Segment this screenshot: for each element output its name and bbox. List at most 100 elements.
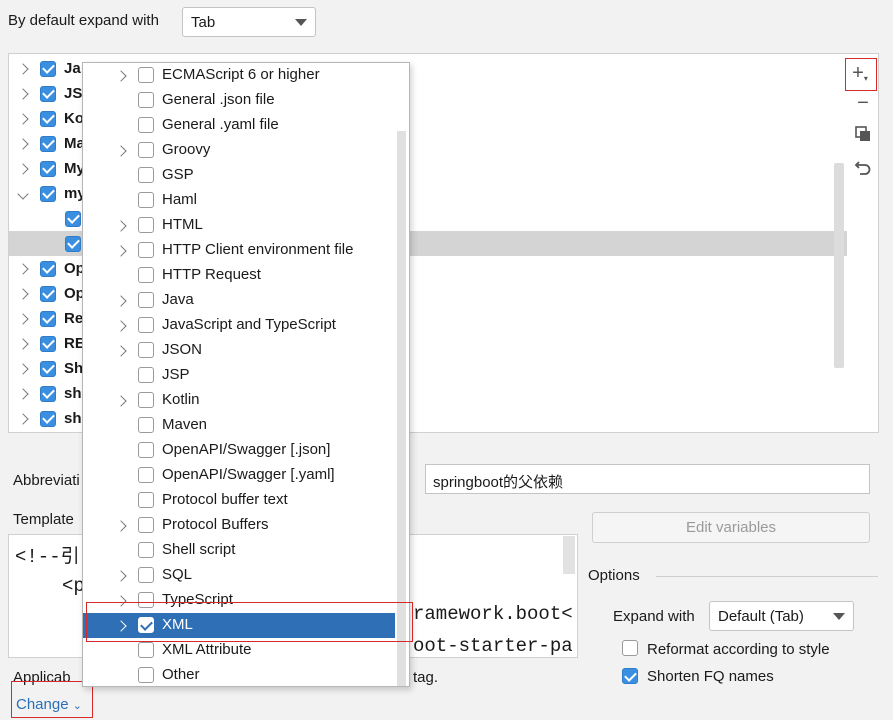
chevron-right-icon[interactable] [115,320,127,332]
chevron-right-icon[interactable] [115,520,127,532]
context-item-checkbox[interactable] [138,517,154,533]
chevron-right-icon[interactable] [17,262,29,275]
chevron-right-icon[interactable] [115,245,127,257]
chevron-right-icon[interactable] [115,220,127,232]
chevron-right-icon[interactable] [17,112,29,125]
tree-row-checkbox[interactable] [40,385,56,402]
chevron-down-icon[interactable] [17,187,29,200]
tree-row-checkbox[interactable] [40,410,56,427]
default-expand-select[interactable]: Tab [182,7,316,37]
chevron-down-icon [833,612,845,620]
expand-with-select[interactable]: Default (Tab) [709,601,854,631]
tree-row-checkbox[interactable] [40,310,56,327]
context-item[interactable]: SQL [83,563,395,588]
context-item[interactable]: HTTP Client environment file [83,238,395,263]
copy-button[interactable] [852,123,874,145]
chevron-right-icon[interactable] [115,395,127,407]
tree-row-checkbox[interactable] [40,85,56,102]
tree-row-checkbox[interactable] [40,360,56,377]
description-input[interactable]: springboot的父依赖 [425,464,870,494]
chevron-right-icon[interactable] [17,87,29,100]
context-item-checkbox[interactable] [138,292,154,308]
edit-variables-button[interactable]: Edit variables [592,512,870,543]
context-item-checkbox[interactable] [138,317,154,333]
context-item-label: HTTP Client environment file [162,241,354,258]
context-item[interactable]: Groovy [83,138,395,163]
tree-row-checkbox[interactable] [40,285,56,302]
context-item-checkbox[interactable] [138,242,154,258]
context-item[interactable]: ECMAScript 6 or higher [83,63,395,88]
tree-row-checkbox[interactable] [40,335,56,352]
context-item-checkbox[interactable] [138,142,154,158]
restore-button[interactable] [852,156,874,178]
context-item[interactable]: JSP [83,363,395,388]
context-item[interactable]: JSON [83,338,395,363]
context-item[interactable]: Protocol buffer text [83,488,395,513]
chevron-right-icon[interactable] [115,70,127,82]
context-item-checkbox[interactable] [138,117,154,133]
undo-icon [854,161,871,175]
context-item-checkbox[interactable] [138,567,154,583]
context-item-checkbox[interactable] [138,342,154,358]
remove-button[interactable]: − [852,92,874,114]
context-item[interactable]: Java [83,288,395,313]
chevron-right-icon[interactable] [17,387,29,400]
chevron-right-icon[interactable] [17,162,29,175]
context-item-checkbox[interactable] [138,442,154,458]
chevron-right-icon[interactable] [17,312,29,325]
tree-row-checkbox[interactable] [40,135,56,152]
tree-row-checkbox[interactable] [65,235,81,252]
context-item[interactable]: General .yaml file [83,113,395,138]
context-item[interactable]: Other [83,663,395,686]
editor-scrollbar[interactable] [563,536,575,574]
chevron-right-icon[interactable] [17,337,29,350]
shorten-fq-checkbox[interactable] [622,668,638,684]
tree-row-checkbox[interactable] [40,60,56,77]
chevron-right-icon[interactable] [17,137,29,150]
tree-scrollbar[interactable] [834,163,844,368]
tree-row-checkbox[interactable] [40,185,56,202]
context-item-checkbox[interactable] [138,92,154,108]
context-item-checkbox[interactable] [138,417,154,433]
context-item[interactable]: GSP [83,163,395,188]
tree-row-checkbox[interactable] [65,210,81,227]
tree-row-label: Ko [64,110,84,127]
context-item-checkbox[interactable] [138,467,154,483]
add-button[interactable]: + ▾ [849,62,871,84]
chevron-right-icon[interactable] [115,145,127,157]
context-item[interactable]: General .json file [83,88,395,113]
context-item[interactable]: Kotlin [83,388,395,413]
context-item[interactable]: HTML [83,213,395,238]
context-item-checkbox[interactable] [138,667,154,683]
context-item-checkbox[interactable] [138,392,154,408]
chevron-right-icon[interactable] [17,412,29,425]
tree-row-checkbox[interactable] [40,110,56,127]
context-item-checkbox[interactable] [138,642,154,658]
context-item[interactable]: Haml [83,188,395,213]
tree-row-checkbox[interactable] [40,160,56,177]
chevron-right-icon[interactable] [17,62,29,75]
context-item[interactable]: OpenAPI/Swagger [.json] [83,438,395,463]
chevron-right-icon[interactable] [17,362,29,375]
reformat-checkbox[interactable] [622,640,638,656]
context-item-checkbox[interactable] [138,217,154,233]
context-item-checkbox[interactable] [138,542,154,558]
context-item[interactable]: Maven [83,413,395,438]
context-item-checkbox[interactable] [138,67,154,83]
context-item[interactable]: OpenAPI/Swagger [.yaml] [83,463,395,488]
chevron-right-icon[interactable] [115,345,127,357]
tree-row-checkbox[interactable] [40,260,56,277]
context-item-checkbox[interactable] [138,167,154,183]
chevron-right-icon[interactable] [17,287,29,300]
context-item[interactable]: JavaScript and TypeScript [83,313,395,338]
context-item[interactable]: HTTP Request [83,263,395,288]
context-item[interactable]: Shell script [83,538,395,563]
context-item-checkbox[interactable] [138,192,154,208]
chevron-right-icon[interactable] [115,295,127,307]
change-link[interactable]: Change ⌄ [16,696,82,713]
context-item-checkbox[interactable] [138,267,154,283]
context-item-checkbox[interactable] [138,367,154,383]
context-item-checkbox[interactable] [138,492,154,508]
context-item[interactable]: Protocol Buffers [83,513,395,538]
chevron-right-icon[interactable] [115,570,127,582]
